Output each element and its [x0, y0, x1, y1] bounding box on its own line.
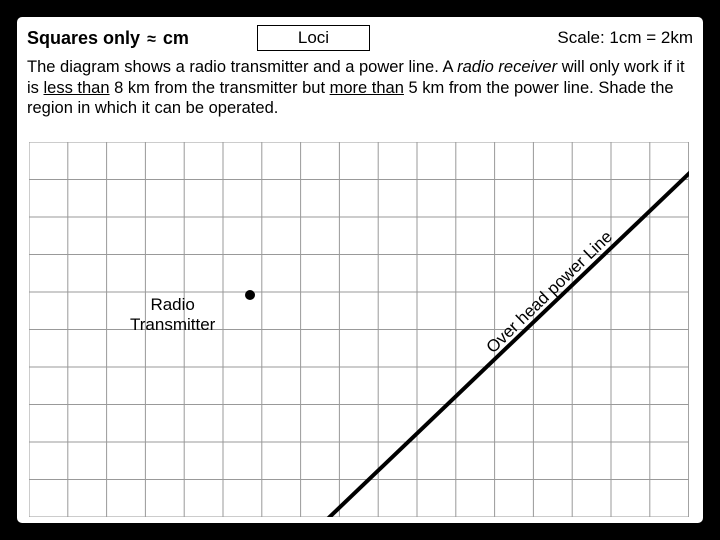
problem-text: The diagram shows a radio transmitter an… [27, 57, 693, 119]
approx-symbol: ≈ [147, 31, 156, 48]
t6: more than [330, 79, 404, 97]
grid-diagram: Over head power Line [29, 142, 689, 517]
squares-suffix: cm [163, 28, 189, 48]
squares-prefix: Squares only [27, 28, 140, 48]
worksheet-frame: Squares only ≈ cm Loci Scale: 1cm = 2km … [14, 14, 706, 526]
grid-lines [29, 142, 689, 517]
t5: 8 km from the transmitter but [110, 79, 330, 97]
squares-label: Squares only ≈ cm [27, 28, 189, 49]
transmitter-label: Radio Transmitter [130, 295, 215, 334]
tl2: Transmitter [130, 315, 215, 334]
header-row: Squares only ≈ cm Loci Scale: 1cm = 2km [27, 25, 693, 51]
scale-label: Scale: 1cm = 2km [557, 28, 693, 48]
tl1: Radio [150, 295, 194, 314]
t4: less than [44, 79, 110, 97]
t1: The diagram shows a radio transmitter an… [27, 58, 457, 76]
transmitter-point [245, 290, 255, 300]
title-box: Loci [257, 25, 370, 51]
t2: radio receiver [457, 58, 557, 76]
